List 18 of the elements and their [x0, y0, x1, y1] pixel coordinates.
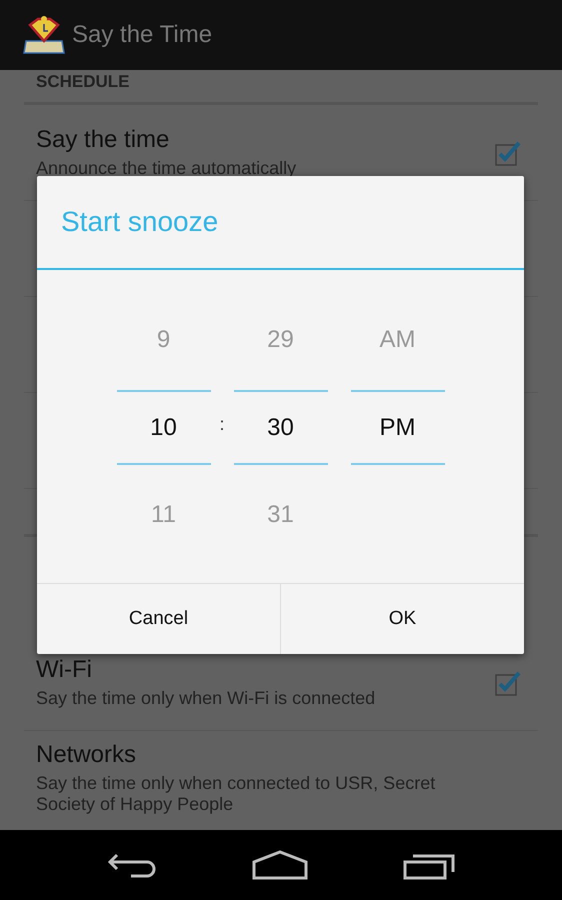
picker-value[interactable]: PM — [380, 414, 416, 442]
back-icon[interactable] — [107, 851, 158, 879]
setting-summary: Announce the time automatically — [36, 158, 298, 179]
clock-app-icon[interactable] — [22, 15, 66, 55]
setting-title: Wi-Fi — [36, 656, 93, 684]
section-header: SCHEDULE — [24, 70, 538, 105]
setting-summary: Say the time only when connected to USR, Secret Society of Happy People — [36, 773, 436, 815]
dialog-title: Start snooze — [61, 206, 218, 238]
setting-title: Networks — [36, 741, 138, 769]
setting-summary: Say the time only when Wi-Fi is connected — [36, 688, 376, 709]
home-icon[interactable] — [252, 850, 308, 880]
separator: : — [219, 414, 224, 436]
dialog-button[interactable]: OK — [280, 584, 524, 654]
setting-title: Say the time — [36, 126, 170, 154]
dialog-button[interactable]: Cancel — [37, 584, 280, 654]
app-title: Say the Time — [72, 21, 212, 49]
picker-value[interactable]: 30 — [267, 414, 294, 442]
picker-value[interactable]: 10 — [150, 414, 177, 442]
